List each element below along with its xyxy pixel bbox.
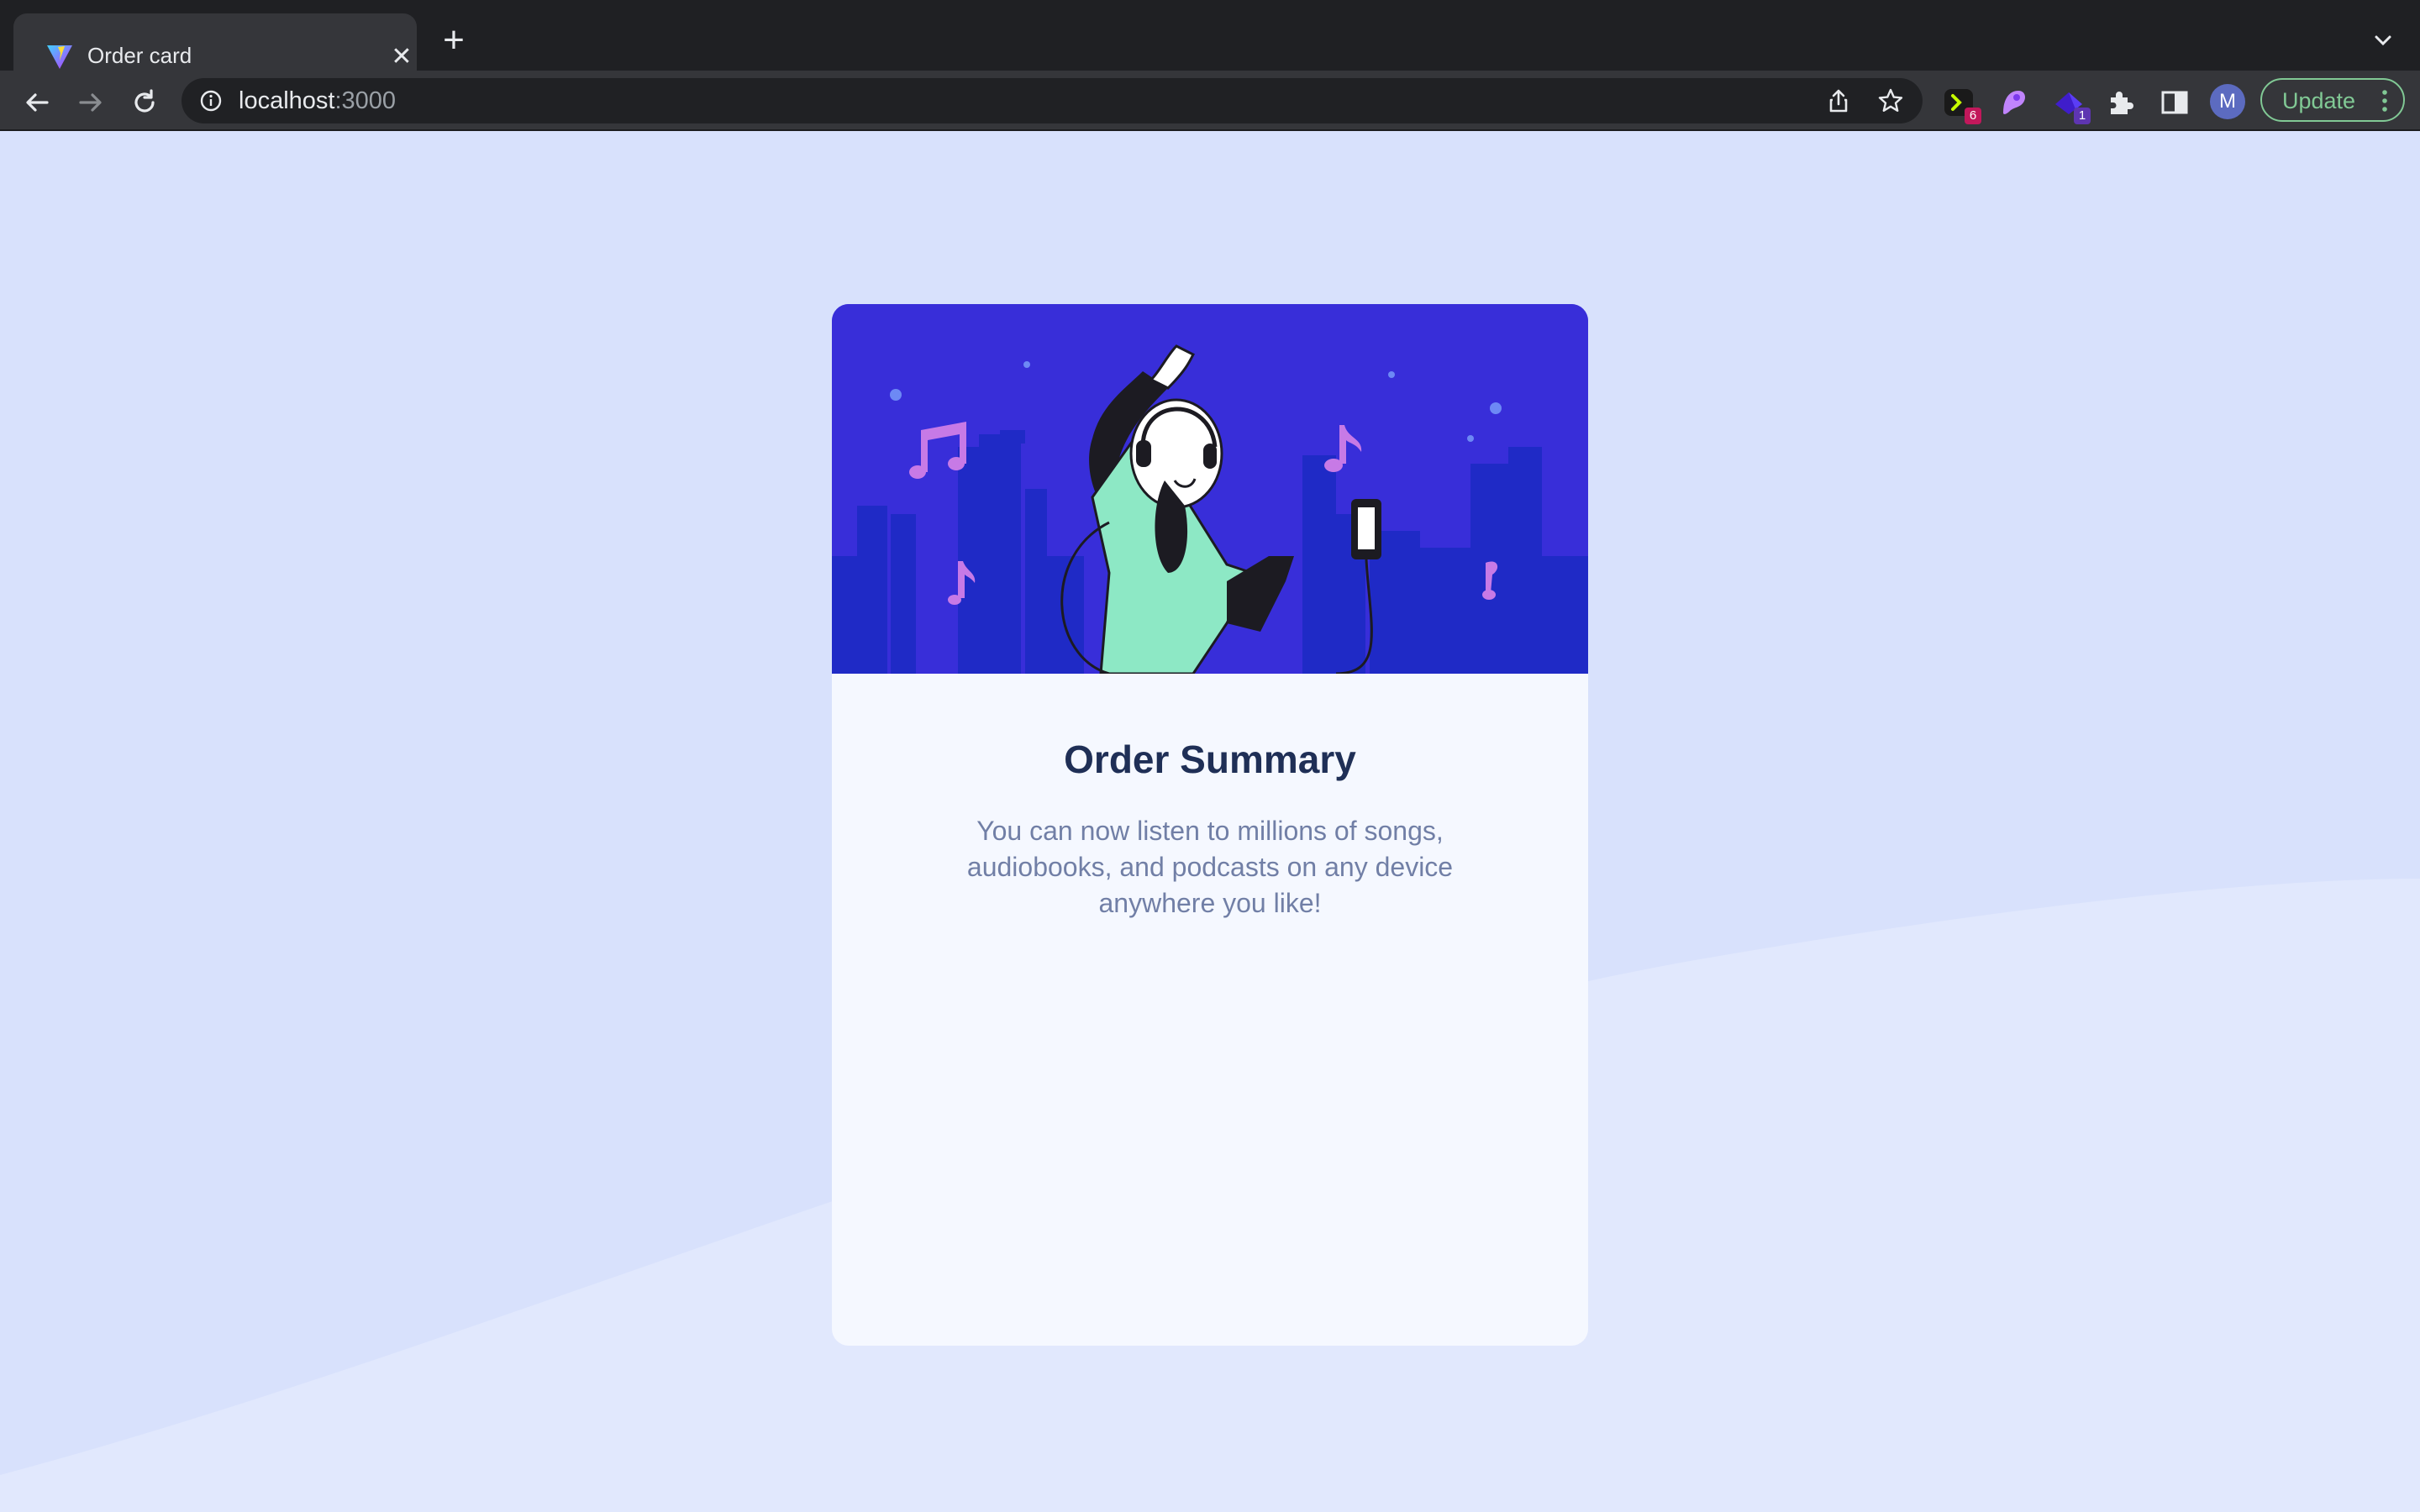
- extension-badge: 6: [1965, 108, 1981, 124]
- address-port: :3000: [334, 87, 397, 114]
- forward-arrow-icon[interactable]: [74, 86, 108, 119]
- update-button[interactable]: Update: [2260, 78, 2405, 122]
- card-content: Order Summary You can now listen to mill…: [832, 674, 1588, 1346]
- card-description: You can now listen to millions of songs,…: [966, 816, 1454, 918]
- share-icon[interactable]: [1825, 87, 1852, 114]
- toolbar: localhost:3000 6 1 M Update: [0, 71, 2420, 131]
- site-info-icon[interactable]: [198, 88, 224, 113]
- address-url[interactable]: localhost:3000: [239, 85, 396, 117]
- terminal-extension-icon[interactable]: 6: [1943, 86, 1981, 124]
- shape-extension-icon[interactable]: 1: [2052, 86, 2091, 124]
- extensions-puzzle-icon[interactable]: [2104, 86, 2138, 119]
- update-label: Update: [2282, 88, 2356, 113]
- palette-glyph-icon: [2003, 91, 2025, 114]
- tab-title: Order card: [87, 43, 192, 68]
- profile-avatar[interactable]: M: [2210, 84, 2245, 119]
- side-panel-icon[interactable]: [2158, 86, 2191, 119]
- address-bar[interactable]: localhost:3000: [182, 78, 1923, 123]
- back-arrow-icon[interactable]: [20, 86, 54, 119]
- tab-strip: Order card ✕ +: [0, 0, 2420, 71]
- address-host: localhost: [239, 87, 335, 114]
- order-card: Order Summary You can now listen to mill…: [832, 304, 1588, 1346]
- extension-badge: 1: [2074, 108, 2091, 124]
- tab-order-card[interactable]: Order card ✕: [13, 13, 417, 71]
- tab-close-icon[interactable]: ✕: [387, 42, 417, 72]
- bookmark-star-icon[interactable]: [1877, 87, 1904, 114]
- hero-illustration: [832, 304, 1588, 674]
- page-viewport: Order Summary You can now listen to mill…: [0, 131, 2420, 1512]
- tab-search-chevron-icon[interactable]: [2368, 25, 2398, 55]
- vite-logo-icon: [47, 45, 72, 69]
- kebab-menu-icon[interactable]: [2378, 88, 2391, 113]
- palette-extension-icon[interactable]: [1996, 86, 2030, 119]
- card-title: Order Summary: [1064, 738, 1356, 781]
- new-tab-button[interactable]: +: [437, 22, 471, 59]
- reload-icon[interactable]: [128, 86, 161, 119]
- browser-window: Order card ✕ + localhost:3000 6 1 M Upda…: [0, 0, 2420, 1512]
